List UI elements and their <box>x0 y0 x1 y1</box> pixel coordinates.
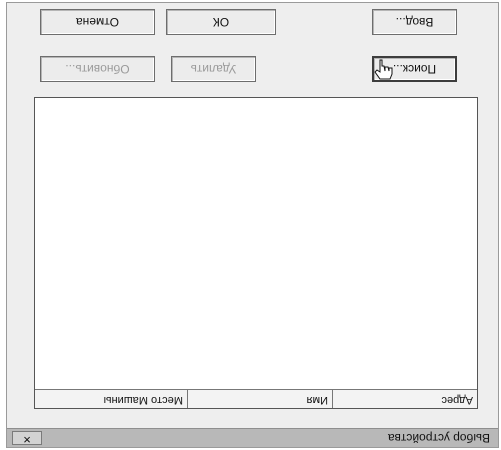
ok-button[interactable]: ОК <box>166 9 276 35</box>
update-button[interactable]: Обновить... <box>40 56 155 82</box>
hand-pointer-icon <box>374 59 393 80</box>
device-list[interactable]: Адрес Имя Место Машины <box>34 97 478 409</box>
device-list-header: Адрес Имя Место Машины <box>35 389 477 408</box>
window-title: Выбор устройства <box>387 431 490 445</box>
device-selection-dialog: Выбор устройства ✕ Адрес Имя Место Машин… <box>6 2 499 448</box>
title-bar: Выбор устройства ✕ <box>7 428 498 447</box>
column-header-machine-location[interactable]: Место Машины <box>35 390 187 408</box>
cancel-button[interactable]: Отмена <box>40 9 155 35</box>
delete-button[interactable]: Удалить <box>171 56 256 82</box>
screenshot-stage: Выбор устройства ✕ Адрес Имя Место Машин… <box>0 0 501 450</box>
close-button[interactable]: ✕ <box>12 431 42 445</box>
enter-button[interactable]: Ввод... <box>372 9 457 35</box>
column-header-address[interactable]: Адрес <box>332 390 477 408</box>
column-header-name[interactable]: Имя <box>187 390 332 408</box>
